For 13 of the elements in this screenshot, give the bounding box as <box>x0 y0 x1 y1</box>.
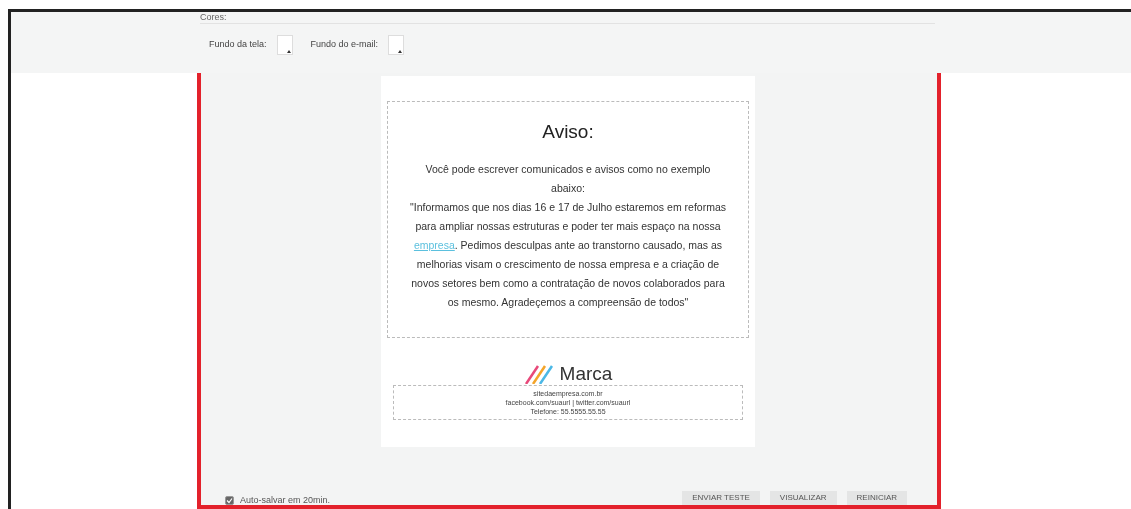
color-swatch[interactable] <box>276 35 293 55</box>
action-button[interactable]: ENVIAR TESTE <box>682 491 760 505</box>
email-message: Você pode escrever comunicados e avisos como no exemplo abaixo: "Informamos que nos dias 16 e 17 de Julho estaremos em reformas para ampliar nossas estruturas e poder ter mais espaço na nossa empresa. Pedimos desculpas ante ao transtorno causado, mas as melhorias visam o crescimento de nossa empresa e a criação de novos setores bem como a contratação de novos colaborados para os mesmo. Agradeçemos a compreensão de todos" <box>410 162 726 310</box>
brand-name: Marca <box>559 364 613 384</box>
section-title: Cores: <box>200 12 227 23</box>
autosave-checkbox[interactable]: Auto-salvar em 20min. <box>225 493 331 507</box>
email-heading: Aviso: <box>542 120 594 144</box>
color-label: Fundo do e-mail: <box>310 38 379 52</box>
check-icon <box>226 496 233 504</box>
action-button[interactable]: REINICIAR <box>846 491 907 505</box>
color-swatch[interactable] <box>388 35 405 55</box>
action-button[interactable]: VISUALIZAR <box>769 491 837 505</box>
color-label: Fundo da tela: <box>209 38 267 52</box>
